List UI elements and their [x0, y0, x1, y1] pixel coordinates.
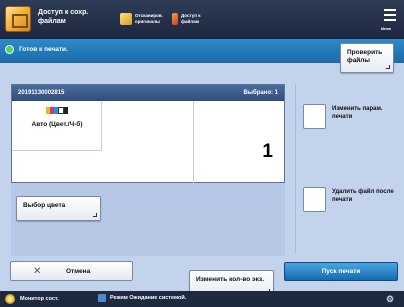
color-mode-label: Авто (Цвет./Ч-б): [31, 121, 83, 128]
color-mode-icon: [46, 107, 68, 114]
delete-after-print-checkbox[interactable]: [303, 187, 326, 212]
home-icon[interactable]: [5, 6, 31, 32]
options-column: Изменить парам. печати Удалить файл посл…: [295, 84, 400, 254]
cancel-label: Отмена: [66, 268, 91, 275]
copies-cell: 1: [193, 101, 285, 183]
function-title: Доступ к сохр. файлам: [38, 9, 89, 25]
folder-icon: [120, 13, 132, 25]
copies-count: 1: [262, 141, 273, 162]
job-id: 20191130002815: [18, 90, 65, 96]
menu-label: Меню: [381, 27, 391, 31]
check-files-button[interactable]: Проверить файлы: [340, 43, 394, 73]
scanned-originals-label: Отсканиров. оригиналы: [135, 13, 163, 24]
file-access-label: Доступ к файлам: [181, 13, 201, 24]
job-header: 20191130002815 Выбрано: 1: [12, 85, 284, 101]
message-icon: [98, 294, 106, 302]
close-icon: ✕: [33, 266, 42, 277]
ready-status-icon: [5, 45, 14, 54]
wrench-icon[interactable]: ⚙: [386, 294, 396, 304]
bottom-status-bar: Монитор сост. Режим Ожидание системой. ⚙: [0, 291, 404, 307]
file-access-button[interactable]: Доступ к файлам: [172, 8, 211, 30]
status-monitor-icon: [5, 294, 15, 304]
selected-count: Выбрано: 1: [243, 90, 278, 96]
status-text: Готов к печати.: [19, 46, 68, 53]
job-area: 20191130002815 Выбрано: 1 Авто (Цвет./Ч-…: [11, 84, 285, 297]
change-print-settings-checkbox[interactable]: [303, 104, 326, 129]
file-icon: [172, 13, 178, 25]
cancel-button[interactable]: ✕ Отмена: [10, 261, 133, 281]
job-card[interactable]: 20191130002815 Выбрано: 1 Авто (Цвет./Ч-…: [11, 84, 285, 183]
system-message-text: Режим Ожидание системой.: [110, 295, 187, 301]
select-color-button[interactable]: Выбор цвета: [16, 196, 101, 221]
scanned-originals-button[interactable]: Отсканиров. оригиналы: [120, 8, 165, 30]
delete-after-print-label: Удалить файл после печати: [332, 189, 394, 203]
delete-after-print-option[interactable]: Удалить файл после печати: [303, 185, 399, 219]
start-print-button[interactable]: Пуск печати: [284, 262, 398, 281]
system-message: Режим Ожидание системой.: [98, 294, 186, 302]
color-mode-cell: Авто (Цвет./Ч-б): [12, 101, 102, 151]
main-panel: Готов к печати. Проверить файлы 20191130…: [0, 39, 404, 297]
change-print-settings-option[interactable]: Изменить парам. печати: [303, 102, 399, 136]
status-monitor-label: Монитор сост.: [20, 296, 59, 302]
change-print-settings-label: Изменить парам. печати: [332, 106, 383, 120]
top-bar: Доступ к сохр. файлам Отсканиров. оригин…: [0, 0, 404, 39]
status-monitor-button[interactable]: Монитор сост.: [5, 294, 59, 304]
